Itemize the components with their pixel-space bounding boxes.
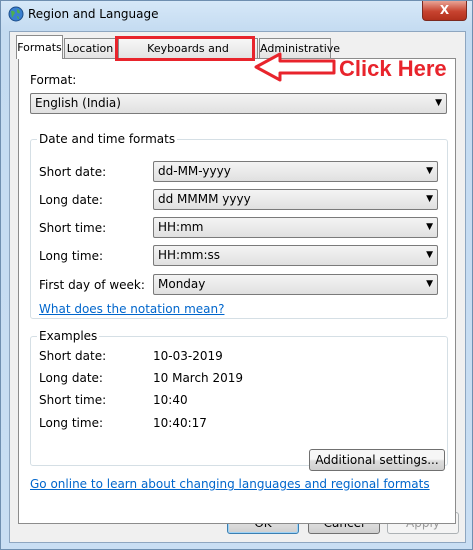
long-time-dropdown[interactable]: HH:mm:ss ▼ xyxy=(153,245,438,266)
keyboards-tab-highlight-box xyxy=(115,36,255,61)
short-date-label: Short date: xyxy=(39,165,107,179)
short-time-value: HH:mm xyxy=(158,220,204,234)
short-date-value: dd-MM-yyyy xyxy=(158,164,231,178)
chevron-down-icon: ▼ xyxy=(426,194,433,204)
long-time-label: Long time: xyxy=(39,249,104,263)
globe-icon xyxy=(8,6,24,22)
chevron-down-icon: ▼ xyxy=(426,166,433,176)
first-day-of-week-value: Monday xyxy=(158,277,206,291)
example-short-date-value: 10-03-2019 xyxy=(153,349,223,363)
format-label: Format: xyxy=(30,73,77,87)
example-short-time-label: Short time: xyxy=(39,393,107,407)
short-time-label: Short time: xyxy=(39,221,107,235)
chevron-down-icon: ▼ xyxy=(426,250,433,260)
example-long-time-label: Long time: xyxy=(39,416,104,430)
date-time-formats-title: Date and time formats xyxy=(37,132,178,146)
example-short-date-label: Short date: xyxy=(39,349,107,363)
example-long-date-value: 10 March 2019 xyxy=(153,371,244,385)
example-long-date-label: Long date: xyxy=(39,371,103,385)
short-date-dropdown[interactable]: dd-MM-yyyy ▼ xyxy=(153,161,438,182)
chevron-down-icon: ▼ xyxy=(435,98,442,108)
long-date-value: dd MMMM yyyy xyxy=(158,192,251,206)
formats-tab-panel: Format: English (India) ▼ Date and time … xyxy=(18,58,456,524)
click-here-annotation: Click Here xyxy=(339,56,447,81)
long-date-label: Long date: xyxy=(39,193,103,207)
long-date-dropdown[interactable]: dd MMMM yyyy ▼ xyxy=(153,189,438,210)
example-short-time-value: 10:40 xyxy=(153,393,188,407)
close-button[interactable]: X xyxy=(422,1,467,21)
tab-formats[interactable]: Formats xyxy=(16,35,63,59)
additional-settings-button[interactable]: Additional settings... xyxy=(309,449,445,471)
title-bar[interactable]: Region and Language X xyxy=(1,1,472,29)
example-long-time-value: 10:40:17 xyxy=(153,416,207,430)
notation-help-link[interactable]: What does the notation mean? xyxy=(39,302,224,316)
short-time-dropdown[interactable]: HH:mm ▼ xyxy=(153,217,438,238)
online-help-link[interactable]: Go online to learn about changing langua… xyxy=(30,477,430,491)
format-dropdown-value: English (India) xyxy=(35,96,121,110)
window-title: Region and Language xyxy=(28,7,159,21)
first-day-of-week-label: First day of week: xyxy=(39,278,145,292)
red-arrow-icon xyxy=(254,52,336,82)
tab-location[interactable]: Location xyxy=(64,38,116,58)
examples-title: Examples xyxy=(37,329,100,343)
chevron-down-icon: ▼ xyxy=(426,279,433,289)
chevron-down-icon: ▼ xyxy=(426,222,433,232)
first-day-of-week-dropdown[interactable]: Monday ▼ xyxy=(153,274,438,295)
format-dropdown[interactable]: English (India) ▼ xyxy=(30,93,447,114)
dialog-client-area: Formats Location Keyboards and Languages… xyxy=(9,31,466,543)
long-time-value: HH:mm:ss xyxy=(158,248,221,262)
region-language-window: Region and Language X Formats Location K… xyxy=(0,0,473,550)
